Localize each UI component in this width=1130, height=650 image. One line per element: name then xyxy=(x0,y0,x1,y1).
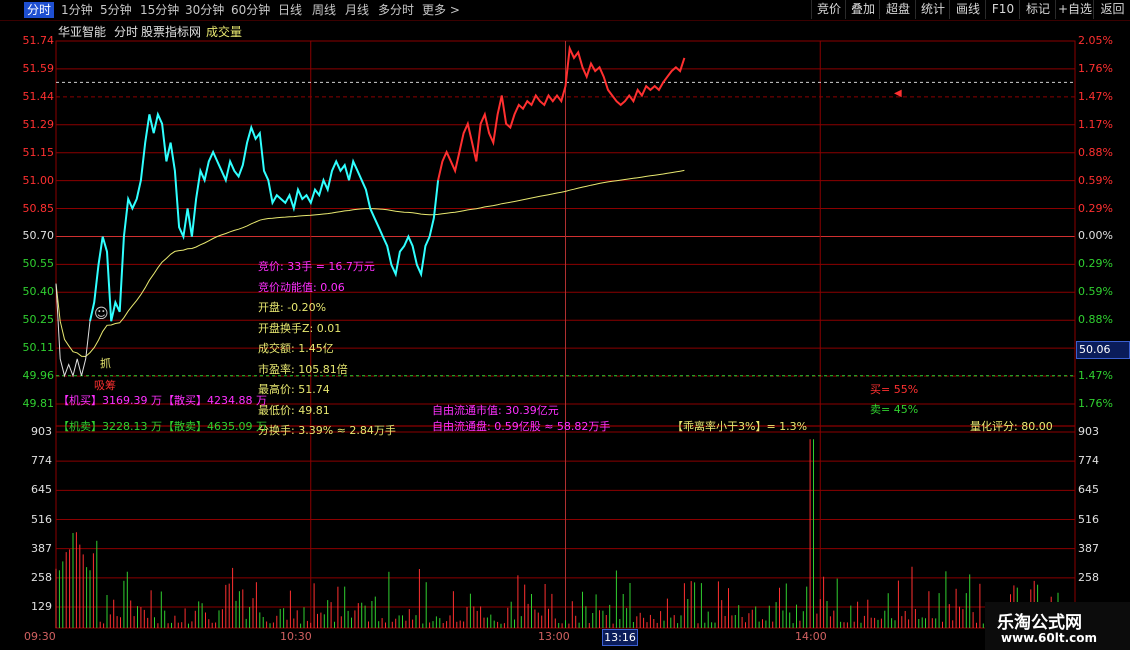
price-right-tick: 0.29% xyxy=(1078,201,1113,215)
price-right-tick: 0.00% xyxy=(1078,229,1113,243)
stat-line: 市盈率: 105.81倍 xyxy=(258,362,348,376)
price-line-up xyxy=(437,44,686,181)
price-left-tick: 51.29 xyxy=(22,117,55,131)
vol-left-tick: 645 xyxy=(31,483,52,497)
price-right-tick: 1.47% xyxy=(1078,369,1113,383)
sell-percent: 卖= 45% xyxy=(870,403,919,416)
vol-right-tick: 387 xyxy=(1078,541,1099,555)
vol-left-tick: 516 xyxy=(31,512,52,526)
price-left-tick: 50.55 xyxy=(22,257,55,271)
watermark-url: www.60lt.com xyxy=(1001,631,1098,645)
time-1030: 10:30 xyxy=(280,630,312,643)
cursor-price: 50.06 xyxy=(1076,341,1130,359)
quant-score: 量化评分: 80.00 xyxy=(970,420,1053,433)
price-left-tick: 51.74 xyxy=(22,34,55,47)
price-left-tick: 51.44 xyxy=(22,89,55,103)
watermark-name: 乐淘公式网 xyxy=(997,613,1082,633)
stat-line: 最低价: 49.81 xyxy=(258,403,330,417)
deviation-rate: 【乖离率小于3%】= 1.3% xyxy=(672,420,808,433)
price-left-tick: 50.11 xyxy=(22,341,55,355)
vol-right-tick: 774 xyxy=(1078,454,1099,468)
grab-signal: 抓 xyxy=(100,357,111,370)
stat-line: 竞价: 33手 = 16.7万元 xyxy=(258,260,375,273)
watermark-logo: 乐淘公式网 www.60lt.com xyxy=(985,602,1130,650)
buy-percent: 买= 55% xyxy=(870,383,919,396)
price-right-tick: 0.59% xyxy=(1078,285,1113,299)
price-right-tick: 1.47% xyxy=(1078,89,1113,103)
vol-right-tick: 258 xyxy=(1078,570,1099,584)
price-line-down-early xyxy=(55,283,91,378)
vol-left-tick: 387 xyxy=(31,541,52,555)
vol-left-tick: 258 xyxy=(31,570,52,584)
cursor-time: 13:16 xyxy=(602,629,638,646)
price-left-tick: 51.15 xyxy=(22,145,55,159)
price-left-tick: 50.25 xyxy=(22,313,55,327)
vol-left-tick: 903 xyxy=(31,425,52,438)
stat-line: 最高价: 51.74 xyxy=(258,383,330,396)
price-right-tick: 0.59% xyxy=(1078,173,1113,187)
stat-line: 开盘: -0.20% xyxy=(258,301,327,314)
time-1400: 14:00 xyxy=(795,630,827,643)
price-left-tick: 49.81 xyxy=(22,397,55,410)
smiley-icon: ☺ xyxy=(94,306,109,322)
retail-buy: 【散买】4234.88 万 xyxy=(163,394,267,407)
intraday-chart[interactable] xyxy=(0,0,1130,650)
price-left-tick: 50.85 xyxy=(22,201,55,215)
float-shares: 自由流通盘: 0.59亿股 ≈ 58.82万手 xyxy=(432,420,611,433)
price-right-tick: 0.88% xyxy=(1078,145,1113,159)
sell-marker-icon: ◀ xyxy=(894,88,902,99)
price-right-tick: 1.17% xyxy=(1078,117,1113,131)
vol-left-tick: 129 xyxy=(31,600,52,613)
price-right-tick: 1.76% xyxy=(1078,61,1113,75)
vol-right-tick: 903 xyxy=(1078,425,1099,438)
chart-grid xyxy=(55,40,1076,629)
stat-line: 分换手: 3.39% ≈ 2.84万手 xyxy=(258,424,396,437)
absorb-signal: 吸筹 xyxy=(94,379,116,392)
retail-sell: 【散卖】4635.09 万 xyxy=(163,420,267,433)
vol-right-tick: 516 xyxy=(1078,512,1099,526)
price-right-tick: 1.76% xyxy=(1078,397,1113,410)
price-left-tick: 51.59 xyxy=(22,61,55,75)
price-left-tick: 49.96 xyxy=(22,369,55,383)
stat-line: 开盘换手Z: 0.01 xyxy=(258,321,342,335)
vol-right-tick: 645 xyxy=(1078,483,1099,497)
price-left-tick: 51.00 xyxy=(22,173,55,187)
price-right-tick: 0.29% xyxy=(1078,257,1113,271)
stat-line: 竞价动能值: 0.06 xyxy=(258,280,345,294)
volume-bars xyxy=(55,439,1073,628)
float-market-value: 自由流通市值: 30.39亿元 xyxy=(432,404,559,417)
price-right-tick: 0.88% xyxy=(1078,313,1113,327)
time-0930: 09:30 xyxy=(24,630,56,643)
institution-buy: 【机买】3169.39 万 xyxy=(58,394,162,407)
price-left-tick: 50.70 xyxy=(22,229,55,243)
price-right-tick: 2.05% xyxy=(1078,34,1113,47)
institution-sell: 【机卖】3228.13 万 xyxy=(58,420,162,433)
vol-left-tick: 774 xyxy=(31,454,52,468)
time-1300: 13:00 xyxy=(538,630,570,643)
price-left-tick: 50.40 xyxy=(22,285,55,299)
stat-line: 成交额: 1.45亿 xyxy=(258,342,334,355)
